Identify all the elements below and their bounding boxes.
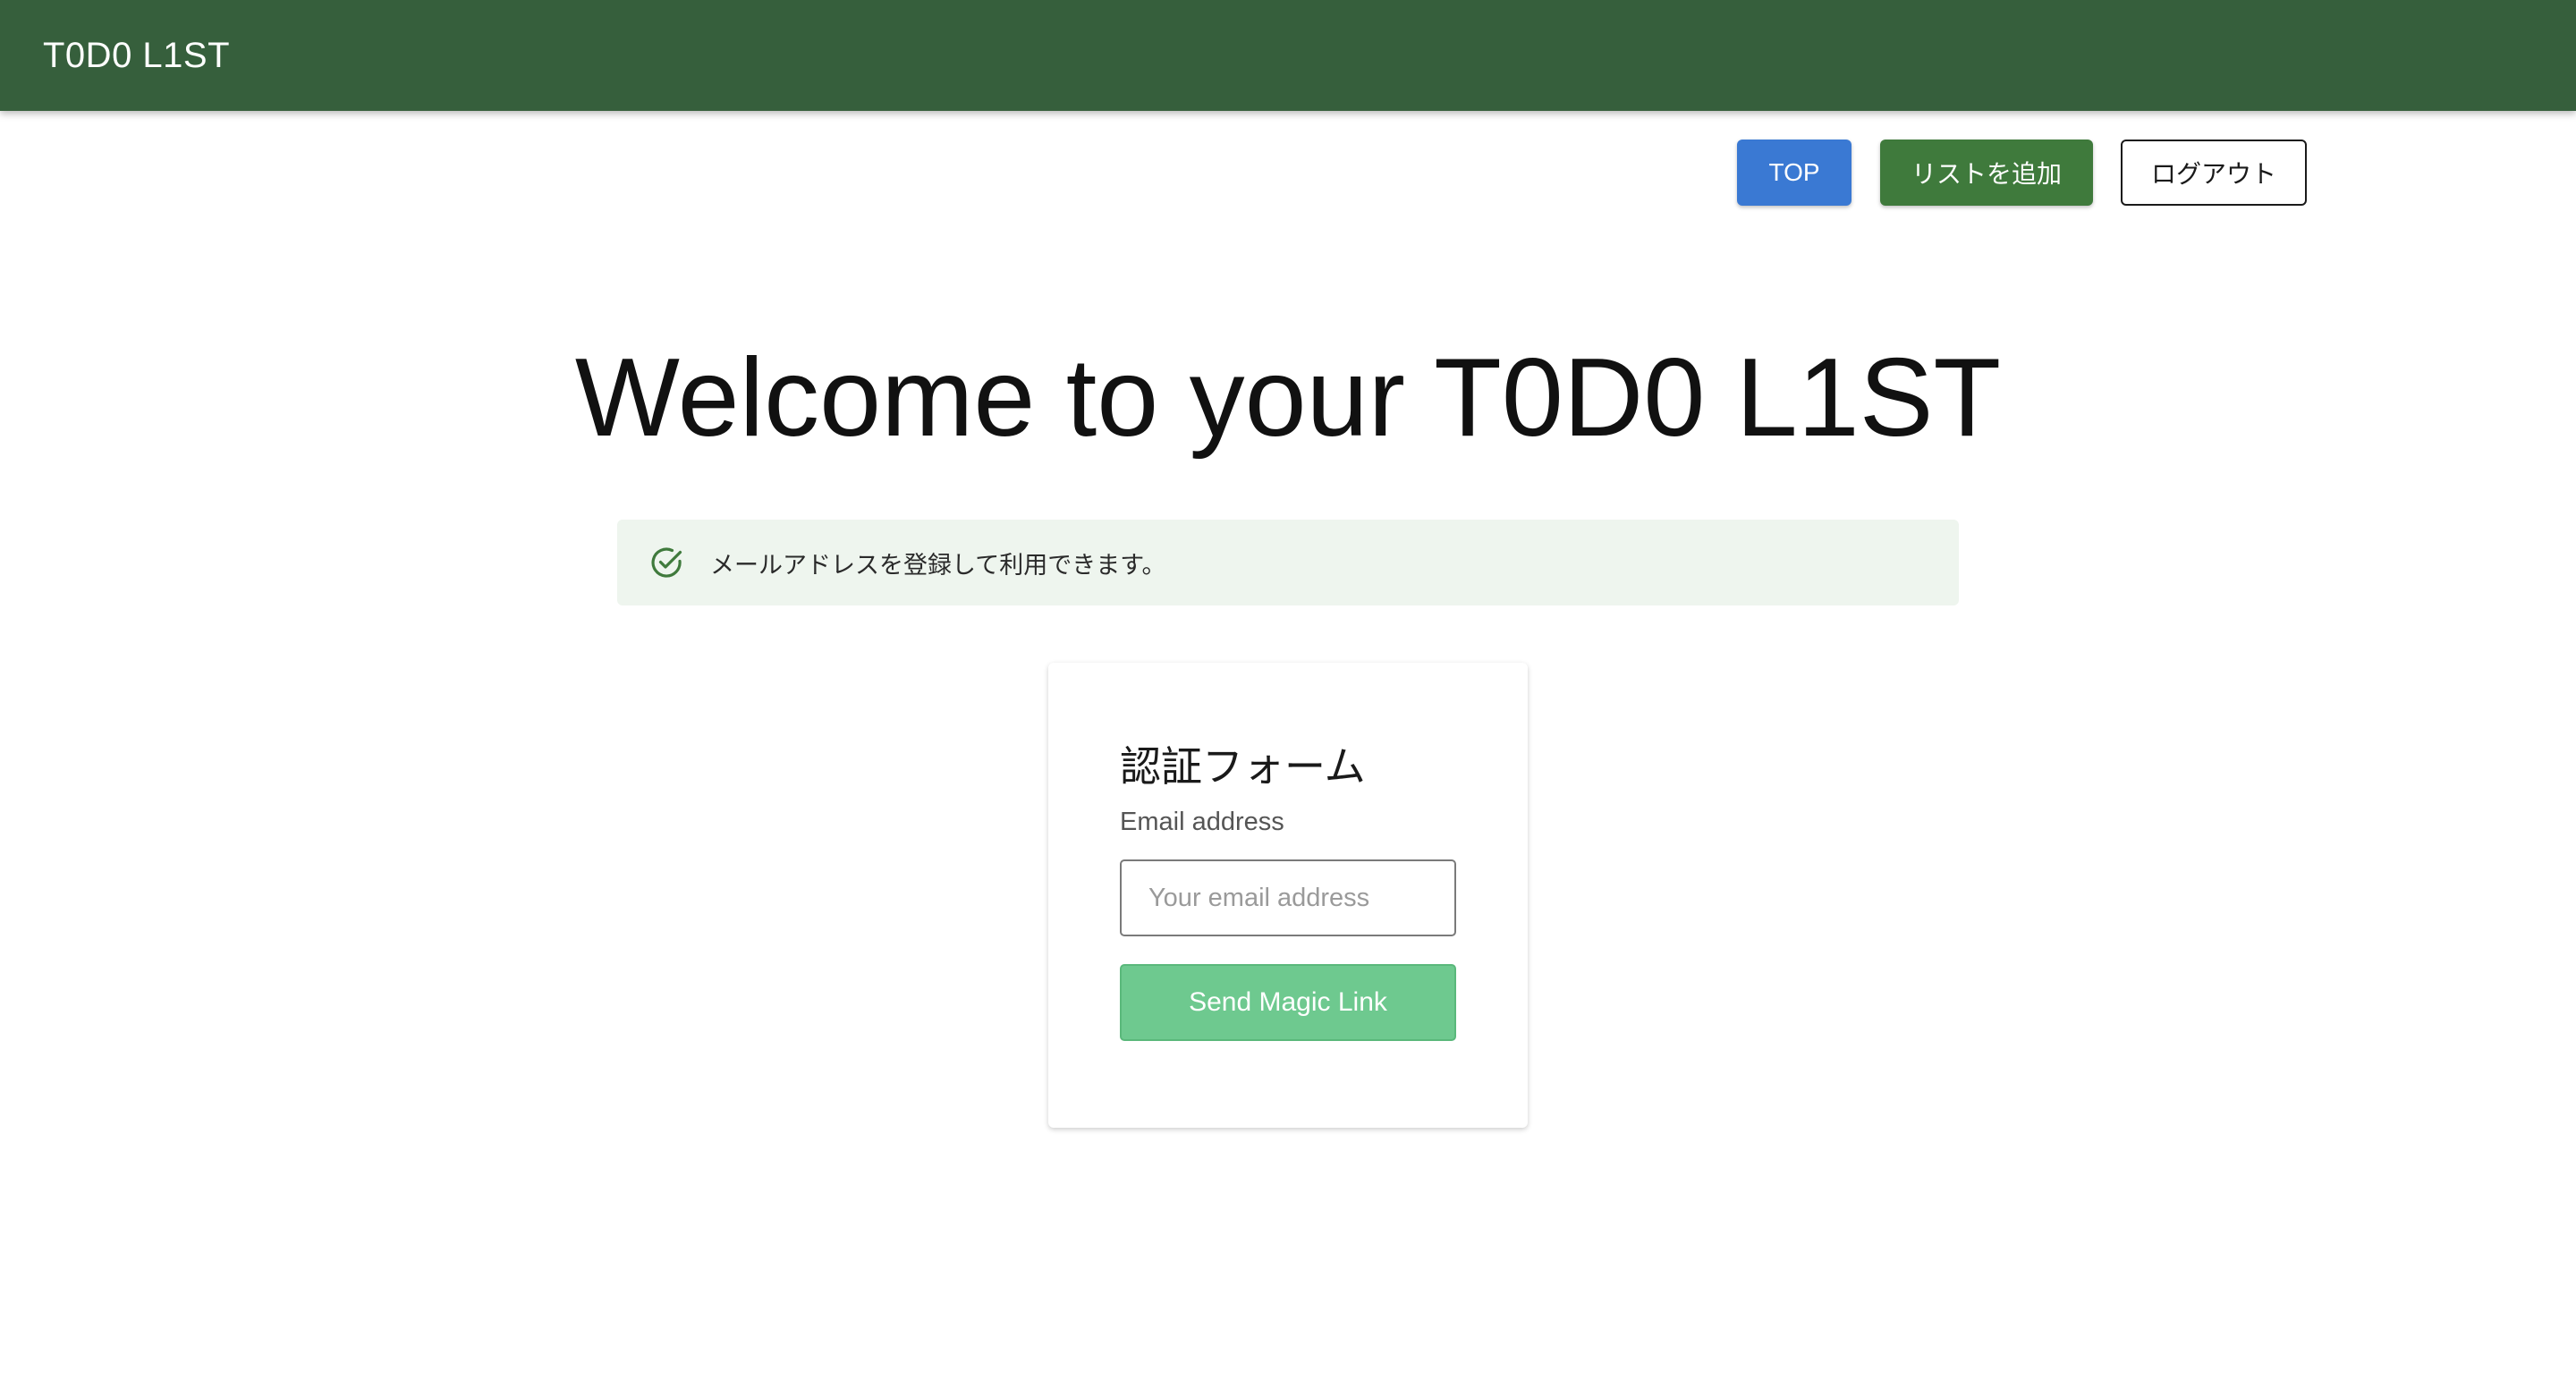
check-circle-icon [649, 545, 685, 580]
alert-message: メールアドレスを登録して利用できます。 [710, 551, 1166, 579]
add-list-button[interactable]: リストを追加 [1880, 140, 2093, 206]
email-label: Email address [1120, 808, 1284, 836]
email-input[interactable] [1120, 859, 1456, 936]
app-header: T0D0 L1ST [0, 0, 2576, 111]
info-alert: メールアドレスを登録して利用できます。 [617, 520, 1959, 605]
welcome-heading: Welcome to your T0D0 L1ST [574, 336, 2002, 460]
top-button[interactable]: TOP [1737, 140, 1852, 206]
send-magic-link-button[interactable]: Send Magic Link [1120, 964, 1456, 1041]
auth-form-card: 認証フォーム Email address Send Magic Link [1048, 663, 1528, 1128]
nav-bar: TOP リストを追加 ログアウト [0, 140, 2576, 206]
auth-form-title: 認証フォーム [1120, 743, 1366, 790]
logout-button[interactable]: ログアウト [2121, 140, 2307, 206]
app-title[interactable]: T0D0 L1ST [43, 36, 230, 76]
